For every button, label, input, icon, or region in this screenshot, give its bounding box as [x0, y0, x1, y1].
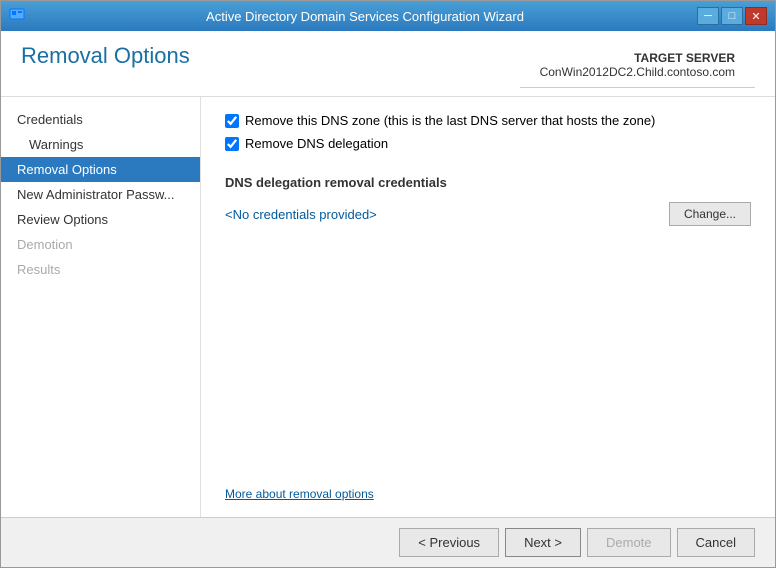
sidebar-item-new-admin-password[interactable]: New Administrator Passw...: [1, 182, 200, 207]
no-credentials-text: <No credentials provided>: [225, 207, 377, 222]
change-button[interactable]: Change...: [669, 202, 751, 226]
sidebar-item-review-options[interactable]: Review Options: [1, 207, 200, 232]
demote-button[interactable]: Demote: [587, 528, 671, 557]
cancel-button[interactable]: Cancel: [677, 528, 755, 557]
remove-dns-delegation-checkbox[interactable]: [225, 137, 239, 151]
sidebar-item-results: Results: [1, 257, 200, 282]
credentials-row: <No credentials provided> Change...: [225, 202, 751, 226]
footer: < Previous Next > Demote Cancel: [1, 517, 775, 567]
section-label: DNS delegation removal credentials: [225, 175, 751, 190]
right-panel: Remove this DNS zone (this is the last D…: [201, 97, 775, 517]
next-button[interactable]: Next >: [505, 528, 581, 557]
titlebar: Active Directory Domain Services Configu…: [1, 1, 775, 31]
previous-button[interactable]: < Previous: [399, 528, 499, 557]
sidebar-item-credentials[interactable]: Credentials: [1, 107, 200, 132]
checkbox2-row: Remove DNS delegation: [225, 136, 751, 151]
app-icon: [9, 6, 29, 26]
checkbox2-label[interactable]: Remove DNS delegation: [245, 136, 388, 151]
sidebar-item-removal-options[interactable]: Removal Options: [1, 157, 200, 182]
sidebar-item-demotion: Demotion: [1, 232, 200, 257]
target-server-name: ConWin2012DC2.Child.contoso.com: [540, 65, 735, 79]
target-server-label: TARGET SERVER: [540, 51, 735, 65]
main-content: Credentials Warnings Removal Options New…: [1, 97, 775, 517]
sidebar-item-warnings[interactable]: Warnings: [1, 132, 200, 157]
minimize-button[interactable]: ─: [697, 7, 719, 25]
page-title: Removal Options: [21, 43, 190, 69]
window-controls: ─ □ ✕: [697, 7, 767, 25]
main-window: Active Directory Domain Services Configu…: [0, 0, 776, 568]
target-server-info: TARGET SERVER ConWin2012DC2.Child.contos…: [520, 43, 755, 88]
checkbox1-row: Remove this DNS zone (this is the last D…: [225, 113, 751, 128]
maximize-button[interactable]: □: [721, 7, 743, 25]
sidebar: Credentials Warnings Removal Options New…: [1, 97, 201, 517]
header-row: Removal Options TARGET SERVER ConWin2012…: [1, 31, 775, 97]
checkbox1-label[interactable]: Remove this DNS zone (this is the last D…: [245, 113, 655, 128]
close-button[interactable]: ✕: [745, 7, 767, 25]
window-title: Active Directory Domain Services Configu…: [33, 9, 697, 24]
remove-dns-zone-checkbox[interactable]: [225, 114, 239, 128]
more-about-link[interactable]: More about removal options: [225, 467, 751, 501]
